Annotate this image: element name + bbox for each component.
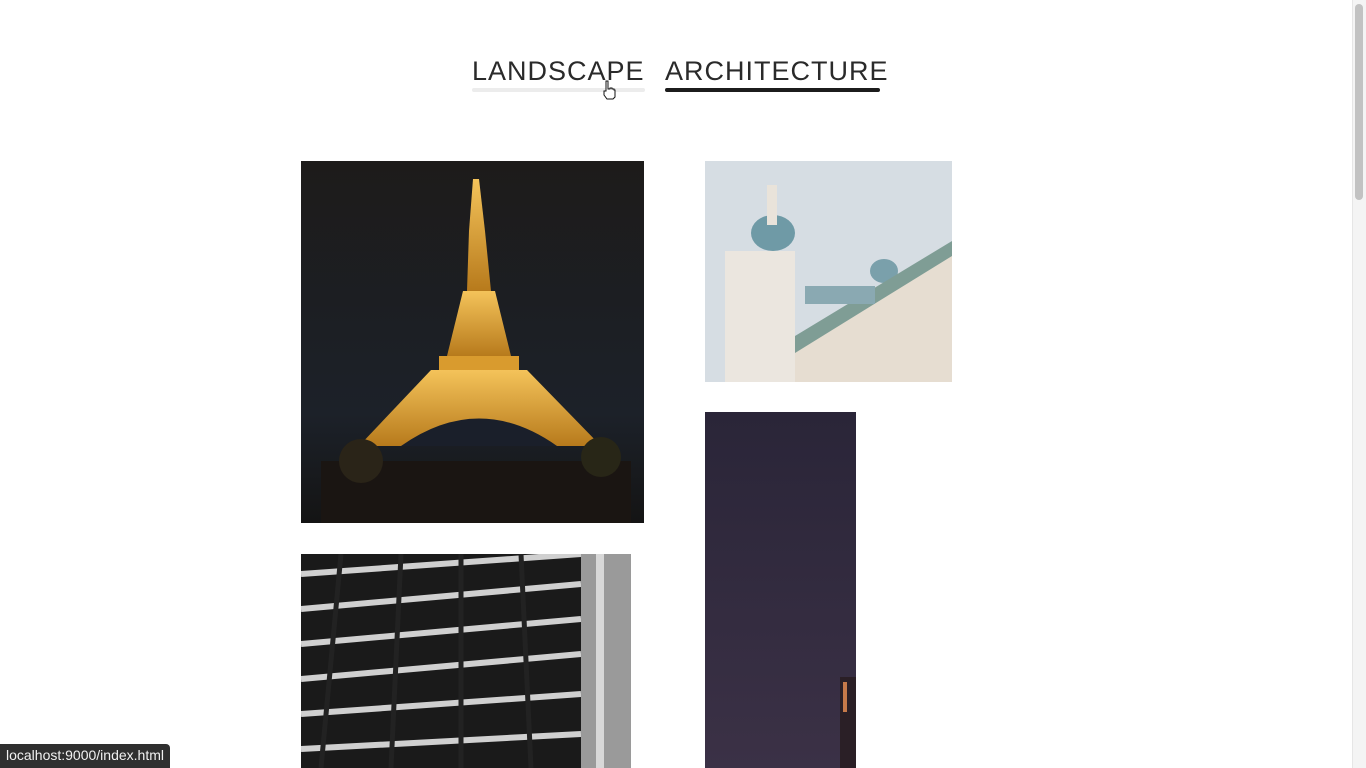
scrollbar-track[interactable] (1352, 0, 1366, 768)
glass-roof-picture (301, 554, 631, 768)
tower-picture (705, 412, 856, 768)
gallery-image-glass-roof[interactable] (301, 554, 631, 768)
scrollbar-thumb[interactable] (1355, 4, 1363, 200)
palace-picture (705, 161, 952, 382)
status-bar-url: localhost:9000/index.html (0, 744, 170, 768)
gallery-image-tower[interactable] (705, 412, 856, 768)
gallery-image-palace[interactable] (705, 161, 952, 382)
tab-architecture-underline (665, 88, 880, 92)
gallery-image-eiffel-tower[interactable] (301, 161, 644, 523)
tab-architecture[interactable]: ARCHITECTURE (665, 56, 889, 87)
tab-landscape-underline (472, 88, 645, 92)
hand-pointer-icon (603, 80, 616, 100)
tab-landscape[interactable]: LANDSCAPE (472, 56, 645, 87)
page: LANDSCAPE ARCHITECTURE localhost:9000/in… (0, 0, 1366, 768)
eiffel-tower-picture (301, 161, 644, 523)
